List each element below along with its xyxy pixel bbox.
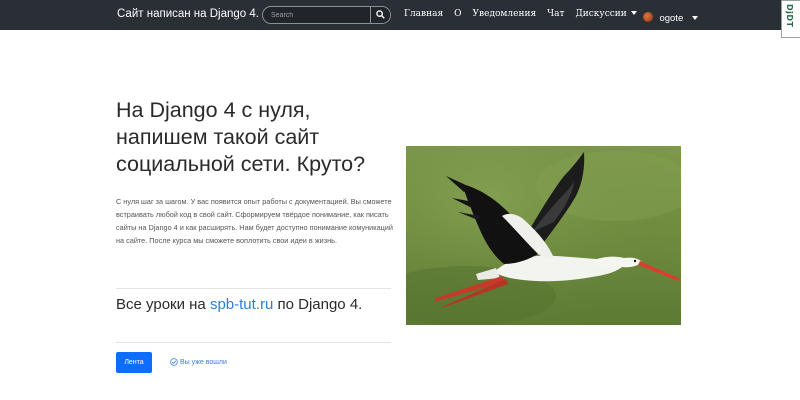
nav-item-discussions-label: Дискуссии bbox=[575, 9, 627, 19]
logged-in-text: Вы уже вошли bbox=[180, 359, 227, 366]
brand-title[interactable]: Сайт написан на Django 4. bbox=[117, 8, 259, 20]
nav-item-home[interactable]: Главная bbox=[404, 9, 443, 19]
debug-toolbar-label: DjDT bbox=[785, 4, 794, 28]
chevron-down-icon bbox=[691, 16, 698, 20]
logged-in-status: Вы уже вошли bbox=[170, 358, 227, 366]
feed-button[interactable]: Лента bbox=[116, 352, 152, 373]
stork-photo bbox=[406, 146, 681, 325]
divider bbox=[116, 342, 391, 343]
user-name: ogote bbox=[659, 13, 684, 24]
search-button[interactable] bbox=[370, 7, 390, 23]
divider bbox=[116, 288, 391, 289]
avatar bbox=[643, 12, 653, 22]
lessons-suffix: по Django 4. bbox=[273, 296, 363, 313]
search-icon bbox=[376, 10, 385, 19]
user-menu-dropdown[interactable]: ogote bbox=[643, 8, 698, 26]
nav-item-chat[interactable]: Чат bbox=[547, 9, 564, 19]
lessons-line: Все уроки на spb-tut.ru по Django 4. bbox=[116, 296, 362, 313]
top-navbar: Сайт написан на Django 4. Главная О Уведом… bbox=[0, 0, 800, 30]
spb-tut-link[interactable]: spb-tut.ru bbox=[210, 296, 273, 313]
search-form bbox=[262, 6, 391, 24]
debug-toolbar-handle[interactable]: DjDT bbox=[781, 0, 800, 38]
nav-item-discussions-dropdown[interactable]: Дискуссии bbox=[575, 9, 637, 19]
check-circle-icon bbox=[170, 358, 178, 366]
nav-item-notifications[interactable]: Уведомления bbox=[473, 9, 537, 19]
chevron-down-icon bbox=[630, 11, 637, 15]
lessons-prefix: Все уроки на bbox=[116, 296, 210, 313]
search-input[interactable] bbox=[271, 9, 367, 22]
nav-menu: Главная О Уведомления Чат Дискуссии bbox=[404, 9, 648, 23]
hero-lead-text: С нуля шаг за шагом. У вас появится опыт… bbox=[116, 197, 393, 245]
hero-headline: На Django 4 с нуля, напишем такой сайт с… bbox=[116, 98, 366, 176]
nav-item-about[interactable]: О bbox=[454, 9, 461, 19]
